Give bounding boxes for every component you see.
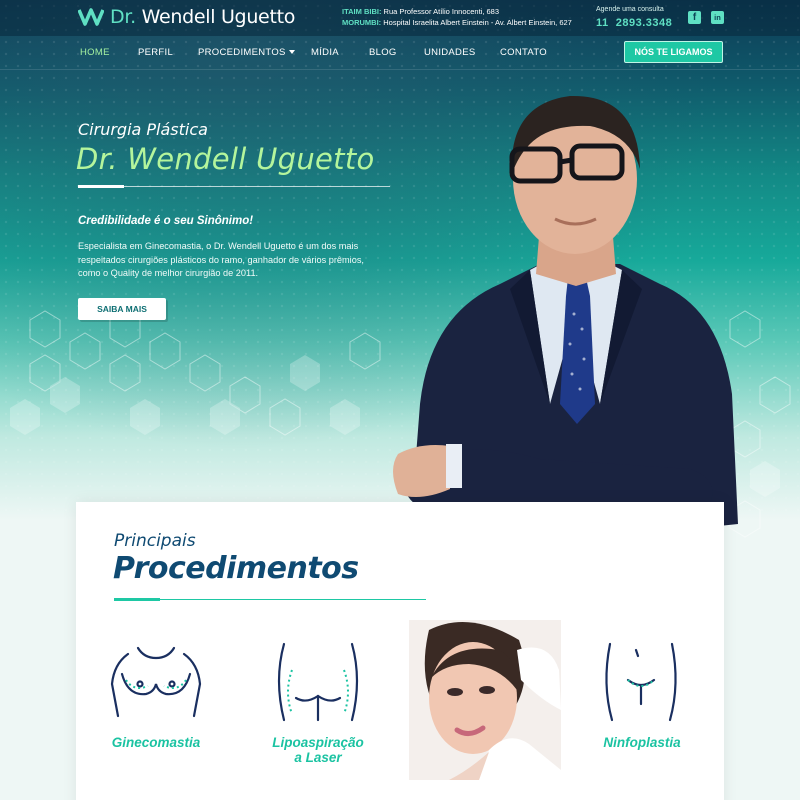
address-line: MORUMBI: Hospital Israelita Albert Einst… [342, 18, 572, 27]
hero-title: Dr. Wendell Uguetto [76, 142, 375, 176]
nav-procedimentos[interactable]: PROCEDIMENTOS [198, 47, 295, 58]
procedure-label-ninfoplastia[interactable]: Ninfoplastia [582, 735, 702, 750]
chest-icon[interactable] [108, 644, 204, 720]
doctor-portrait [393, 95, 738, 534]
nav-midia[interactable]: MÍDIA [311, 47, 339, 58]
face-photo-image [409, 620, 561, 780]
learn-more-button[interactable]: SAIBA MAIS [78, 298, 166, 320]
linkedin-icon[interactable]: in [711, 11, 724, 24]
nav-perfil[interactable]: PERFIL [138, 47, 173, 58]
nav-blog[interactable]: BLOG [369, 47, 397, 58]
callback-button[interactable]: NÓS TE LIGAMOS [624, 41, 723, 63]
procedure-label-ginecomastia[interactable]: Ginecomastia [96, 735, 216, 750]
hero-subtitle: Cirurgia Plástica [78, 120, 208, 139]
nav-contato[interactable]: CONTATO [500, 47, 547, 58]
address-block: ITAIM BIBI: Rua Professor Atílio Innocen… [342, 6, 572, 28]
procedures-title: Procedimentos [113, 551, 359, 586]
logo-icon [78, 8, 104, 26]
hero-tagline: Credibilidade é o seu Sinônimo! [78, 215, 254, 227]
face-photo[interactable] [409, 620, 561, 780]
procedures-subtitle: Principais [114, 531, 196, 551]
torso-icon[interactable] [270, 640, 366, 724]
address-line: ITAIM BIBI: Rua Professor Atílio Innocen… [342, 7, 500, 16]
facebook-icon[interactable]: f [688, 11, 701, 24]
procedure-label-lipoaspiracao[interactable]: Lipoaspiração a Laser [256, 735, 380, 765]
hero-description: Especialista em Ginecomastia, o Dr. Wend… [78, 241, 364, 278]
pelvis-icon[interactable] [598, 640, 684, 724]
nav-unidades[interactable]: UNIDADES [424, 47, 476, 58]
procedures-divider [114, 598, 426, 601]
logo-text: Dr. Wendell Uguetto [110, 6, 296, 28]
nav-home[interactable]: HOME [80, 47, 110, 58]
chevron-down-icon [288, 50, 295, 55]
hero-divider [78, 185, 390, 188]
consult-label: Agende uma consulta [596, 6, 664, 13]
phone-number[interactable]: 11 2893.3348 [596, 17, 672, 29]
logo[interactable]: Dr. Wendell Uguetto [78, 6, 295, 28]
consult-block: Agende uma consulta 11 2893.3348 [596, 6, 672, 31]
